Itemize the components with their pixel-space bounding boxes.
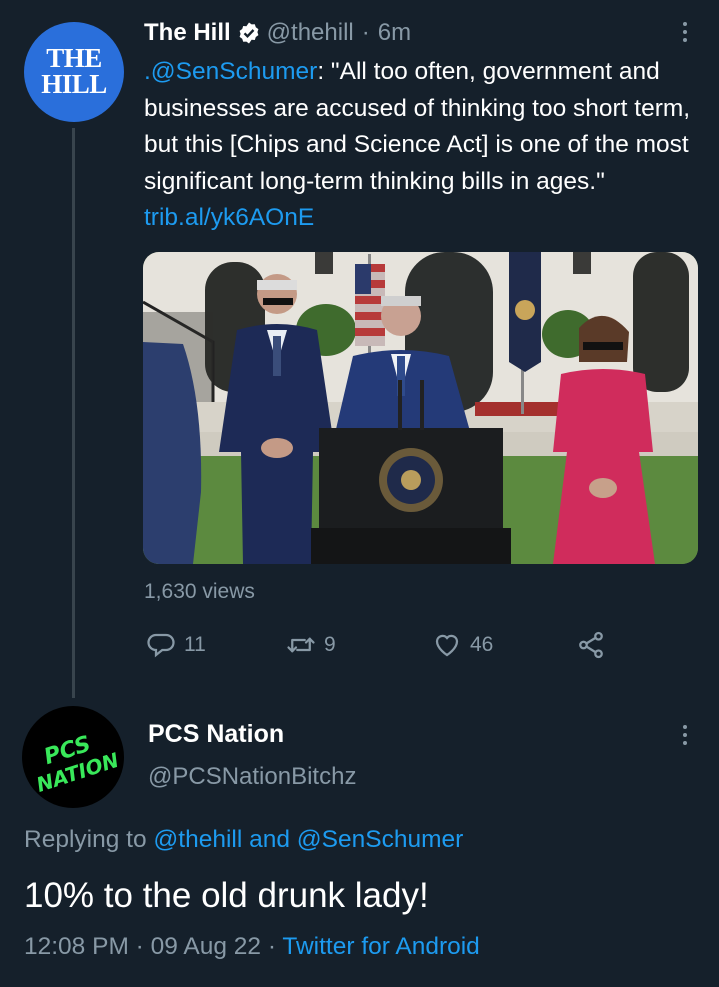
heart-icon bbox=[435, 634, 459, 657]
like-count: 46 bbox=[470, 633, 494, 656]
reply-author-handle[interactable]: @PCSNationBitchz bbox=[148, 763, 356, 791]
like-button[interactable]: 46 bbox=[432, 625, 493, 665]
tweet-actions: 11 9 46 bbox=[146, 625, 616, 665]
more-options-icon[interactable] bbox=[681, 22, 689, 46]
pcs-logo-icon: PCS NATION bbox=[33, 732, 122, 797]
reply-time[interactable]: 12:08 PM bbox=[24, 933, 129, 960]
reply-source[interactable]: Twitter for Android bbox=[282, 933, 479, 960]
author-name[interactable]: The Hill bbox=[144, 19, 231, 47]
url-link[interactable]: trib.al/yk6AOnE bbox=[144, 204, 314, 231]
share-button[interactable] bbox=[576, 625, 606, 665]
share-icon bbox=[579, 631, 603, 659]
replying-prefix: Replying to bbox=[24, 826, 154, 853]
thread-line bbox=[72, 128, 75, 698]
replying-to-senschumer[interactable]: @SenSchumer bbox=[297, 826, 464, 853]
view-count: 1,630 views bbox=[144, 580, 255, 603]
tweet-time[interactable]: 6m bbox=[378, 19, 411, 47]
reply-meta: 12:08 PM · 09 Aug 22 · Twitter for Andro… bbox=[24, 933, 480, 961]
author-handle[interactable]: @thehill bbox=[267, 19, 354, 47]
reply-button[interactable]: 11 bbox=[146, 625, 206, 665]
verified-badge-icon bbox=[239, 22, 259, 44]
replying-to-line: Replying to @thehill and @SenSchumer bbox=[24, 826, 463, 854]
the-hill-avatar[interactable]: THE HILL bbox=[24, 22, 124, 122]
tweet-text: .@SenSchumer: "All too often, government… bbox=[144, 54, 700, 237]
reply-body: 10% to the old drunk lady! bbox=[24, 876, 429, 915]
reply-count: 11 bbox=[184, 633, 206, 656]
replying-to-thehill[interactable]: @thehill bbox=[153, 826, 242, 853]
retweet-count: 9 bbox=[324, 633, 336, 656]
retweet-icon bbox=[287, 637, 315, 653]
avatar-logo-text-2: HILL bbox=[41, 69, 107, 99]
photo-illustration bbox=[143, 252, 698, 564]
header-separator: · bbox=[361, 19, 370, 46]
reply-icon bbox=[147, 633, 175, 658]
retweet-button[interactable]: 9 bbox=[286, 625, 336, 665]
tweet-header: The Hill @thehill · 6m bbox=[144, 16, 411, 50]
mention-link[interactable]: .@SenSchumer bbox=[144, 58, 317, 85]
meta-separator-2: · bbox=[261, 933, 283, 960]
reply-more-options-icon[interactable] bbox=[681, 725, 689, 749]
replying-and: and bbox=[242, 826, 297, 853]
meta-separator-1: · bbox=[128, 933, 151, 960]
tweet-photo[interactable] bbox=[143, 252, 698, 564]
pcs-nation-avatar[interactable]: PCS NATION bbox=[22, 706, 124, 808]
reply-author-name[interactable]: PCS Nation bbox=[148, 720, 284, 749]
reply-date[interactable]: 09 Aug 22 bbox=[151, 933, 261, 960]
